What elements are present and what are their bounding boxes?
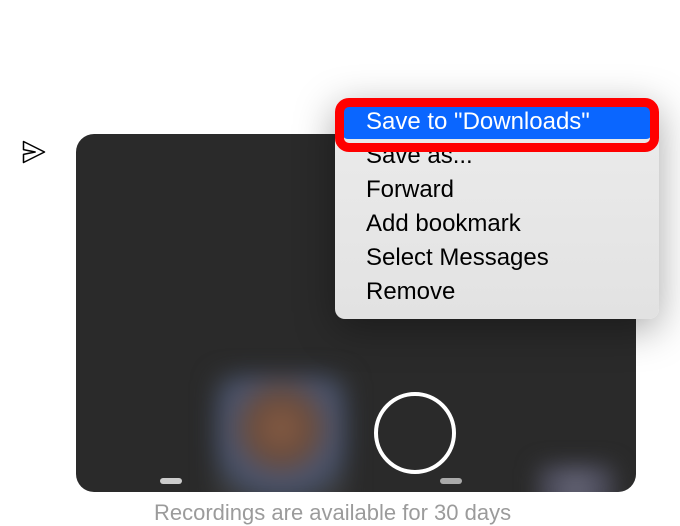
context-menu: Save to "Downloads" Save as... Forward A… (335, 98, 659, 319)
play-button[interactable] (374, 392, 456, 474)
send-icon[interactable] (20, 138, 48, 166)
menu-item-select-messages[interactable]: Select Messages (342, 241, 652, 275)
menu-item-save-as[interactable]: Save as... (342, 139, 652, 173)
scrubber-segment (440, 478, 462, 484)
menu-item-forward[interactable]: Forward (342, 173, 652, 207)
menu-item-add-bookmark[interactable]: Add bookmark (342, 207, 652, 241)
menu-item-save-downloads[interactable]: Save to "Downloads" (342, 105, 652, 139)
retention-notice: Recordings are available for 30 days (154, 500, 511, 526)
scrubber-segment (160, 478, 182, 484)
video-preview-figure-2 (536, 464, 616, 492)
video-preview-figure (216, 376, 346, 492)
menu-item-remove[interactable]: Remove (342, 275, 652, 309)
